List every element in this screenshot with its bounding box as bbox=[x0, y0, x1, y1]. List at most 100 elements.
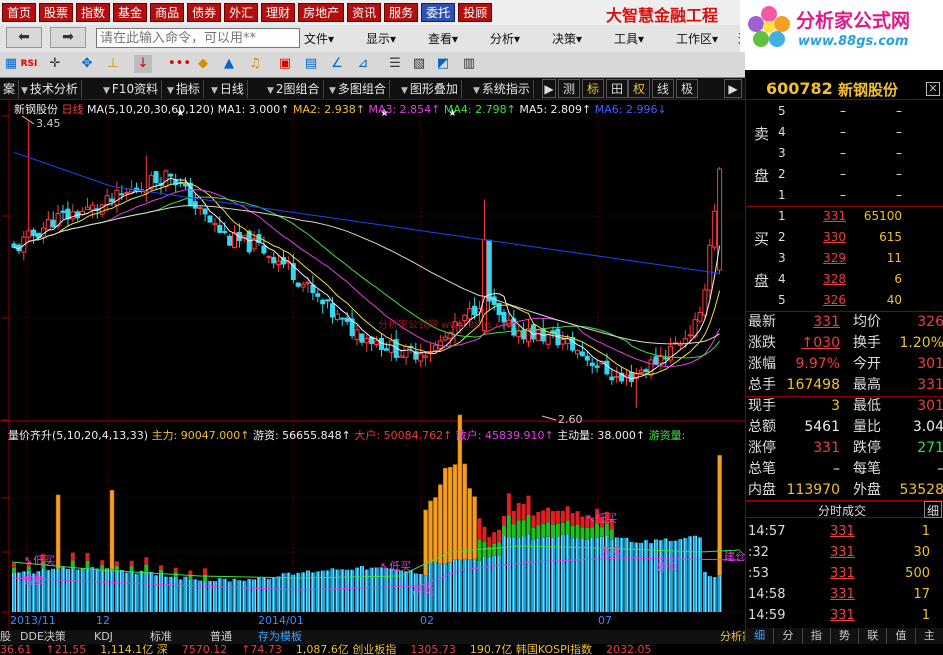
panel-tab[interactable]: 指 bbox=[803, 628, 831, 644]
sell-row[interactable]: 2 – – bbox=[746, 167, 943, 188]
menu-button[interactable]: 理财 bbox=[261, 3, 296, 22]
chart-mode-button[interactable]: 标 bbox=[582, 79, 604, 98]
chart-tab[interactable]: ▼ F10资料 bbox=[100, 80, 163, 98]
menu-button[interactable]: 基金 bbox=[113, 3, 148, 22]
volume-bar bbox=[139, 570, 144, 612]
dots-icon[interactable]: ••• bbox=[168, 55, 191, 73]
chart-tab[interactable]: ▼ 图形叠加 bbox=[398, 80, 462, 98]
play-icon[interactable]: ▶ bbox=[542, 79, 556, 98]
crosshair-icon[interactable]: ✛ bbox=[46, 55, 64, 73]
sell-row[interactable]: 4 – – bbox=[746, 125, 943, 146]
chart-tab[interactable]: ▼ 多图组合 bbox=[326, 80, 390, 98]
status-item: 2032.05 bbox=[606, 644, 652, 655]
buy-row[interactable]: 2 330 615 bbox=[746, 230, 943, 251]
sell-row[interactable]: 3 – – bbox=[746, 146, 943, 167]
menu-button[interactable]: 商品 bbox=[150, 3, 185, 22]
chart-tab[interactable]: ▼ 日线 bbox=[208, 80, 248, 98]
quote-row: 总手 167498 最高 331 bbox=[746, 375, 943, 396]
panel-tab[interactable]: 值 bbox=[887, 628, 916, 644]
menu-button[interactable]: 股票 bbox=[39, 3, 74, 22]
bell-icon[interactable]: ♫ bbox=[246, 55, 264, 73]
chart-tab[interactable]: 案 bbox=[0, 80, 20, 98]
top-menu-item[interactable]: 文件▾ bbox=[304, 30, 366, 47]
volume: – bbox=[896, 125, 902, 139]
panel-tab[interactable]: 主 bbox=[916, 628, 943, 644]
photo-icon[interactable]: ▣ bbox=[276, 55, 294, 73]
top-menu-item[interactable]: 分析▾ bbox=[490, 30, 552, 47]
chart-mode-button[interactable]: 田 bbox=[606, 79, 628, 98]
command-input[interactable] bbox=[96, 28, 300, 48]
doc-icon[interactable]: ▥ bbox=[460, 55, 478, 73]
angle-icon[interactable]: ∠ bbox=[328, 55, 346, 73]
warning-icon[interactable]: ▲ bbox=[220, 55, 238, 73]
grid-icon[interactable]: ▦ bbox=[2, 55, 20, 73]
top-menu-item[interactable]: 工作区▾ bbox=[676, 30, 738, 47]
chart-tab[interactable]: ▼ 技术分析 bbox=[18, 80, 82, 98]
menu-button[interactable]: 首页 bbox=[2, 3, 37, 22]
list-icon[interactable]: ☰ bbox=[386, 55, 404, 73]
menu-button[interactable]: 委托 bbox=[421, 3, 456, 22]
bottom-tab[interactable]: KDJ bbox=[94, 630, 113, 644]
bottom-tab[interactable]: 标准 bbox=[150, 630, 172, 644]
ruler-icon[interactable]: ⊥ bbox=[104, 55, 122, 73]
chart-mode-button[interactable]: 权 bbox=[628, 79, 650, 98]
report-icon[interactable]: ▧ bbox=[410, 55, 428, 73]
quote-value: 326 bbox=[917, 314, 943, 330]
back-arrow-icon[interactable]: ⬅ bbox=[6, 27, 42, 48]
chart-tab-label: 图形叠加 bbox=[409, 82, 458, 96]
pin-icon[interactable]: ↓ bbox=[134, 55, 152, 73]
menu-button[interactable]: 房地产 bbox=[298, 3, 345, 22]
chart-mode-button[interactable]: 测 bbox=[558, 79, 580, 98]
image-icon[interactable]: ▤ bbox=[302, 55, 320, 73]
panel-tab[interactable]: 分 bbox=[774, 628, 803, 644]
chart-tab-label: 指标 bbox=[175, 82, 200, 96]
volume-bar bbox=[296, 572, 301, 612]
bottom-tab[interactable]: 股 bbox=[0, 630, 11, 644]
menu-button[interactable]: 服务 bbox=[384, 3, 419, 22]
move-icon[interactable]: ✥ bbox=[78, 55, 96, 73]
volume: 6 bbox=[894, 272, 902, 286]
date-label: 2013/11 bbox=[10, 614, 56, 627]
sell-row[interactable]: 5 – – bbox=[746, 104, 943, 125]
buy-row[interactable]: 4 328 6 bbox=[746, 272, 943, 293]
chart-mode-button[interactable]: 线 bbox=[652, 79, 674, 98]
menu-button[interactable]: 投顾 bbox=[458, 3, 493, 22]
rsi-icon[interactable]: RSI bbox=[20, 55, 38, 73]
menu-button[interactable]: 债券 bbox=[187, 3, 222, 22]
chart-tab[interactable]: ▼ 指标 bbox=[164, 80, 204, 98]
menu-button[interactable]: 指数 bbox=[76, 3, 111, 22]
top-menu-item[interactable]: 显示▾ bbox=[366, 30, 428, 47]
top-menu-item[interactable]: 查看▾ bbox=[428, 30, 490, 47]
bottom-tab[interactable]: 普通 bbox=[210, 630, 232, 644]
quote-row: 涨跌 ↑030 换手 1.20% bbox=[746, 333, 943, 354]
buy-row[interactable]: 3 329 11 bbox=[746, 251, 943, 272]
panel-tab[interactable]: 联 bbox=[859, 628, 888, 644]
chart-tab[interactable]: ▼ 系统指示 bbox=[470, 80, 534, 98]
diamond-icon[interactable]: ◆ bbox=[194, 55, 212, 73]
forward-arrow-icon[interactable]: ➡ bbox=[50, 27, 86, 48]
menu-button[interactable]: 外汇 bbox=[224, 3, 259, 22]
chart-icon[interactable]: ◩ bbox=[434, 55, 452, 73]
trade-time: :32 bbox=[748, 545, 769, 560]
volume-bar bbox=[61, 567, 65, 612]
top-menu-item[interactable]: 工具▾ bbox=[614, 30, 676, 47]
measure-icon[interactable]: ⊿ bbox=[354, 55, 372, 73]
panel-tab[interactable]: 细 bbox=[746, 628, 775, 644]
top-menu-item[interactable]: 决策▾ bbox=[552, 30, 614, 47]
status-item: 190.7亿 韩国KOSPI指数 bbox=[469, 644, 593, 655]
detail-button[interactable]: 细 bbox=[924, 501, 942, 518]
close-icon[interactable]: ✕ bbox=[926, 82, 940, 96]
bottom-tab[interactable]: 存为模板 bbox=[258, 630, 302, 644]
menu-button[interactable]: 资讯 bbox=[347, 3, 382, 22]
chart-tab[interactable]: ▼ 2图组合 bbox=[264, 80, 324, 98]
buy-row[interactable]: 1 331 65100 bbox=[746, 209, 943, 230]
collapse-icon[interactable]: ▶ bbox=[724, 79, 742, 98]
volume-bar bbox=[242, 580, 247, 612]
volume-bar bbox=[12, 562, 16, 612]
volume-bar bbox=[369, 567, 374, 612]
volume-bar bbox=[335, 569, 340, 612]
volume-bar bbox=[149, 571, 154, 612]
panel-tab[interactable]: 势 bbox=[831, 628, 860, 644]
chart-mode-button[interactable]: 极 bbox=[676, 79, 698, 98]
bottom-tab[interactable]: DDE决策 bbox=[20, 630, 66, 644]
